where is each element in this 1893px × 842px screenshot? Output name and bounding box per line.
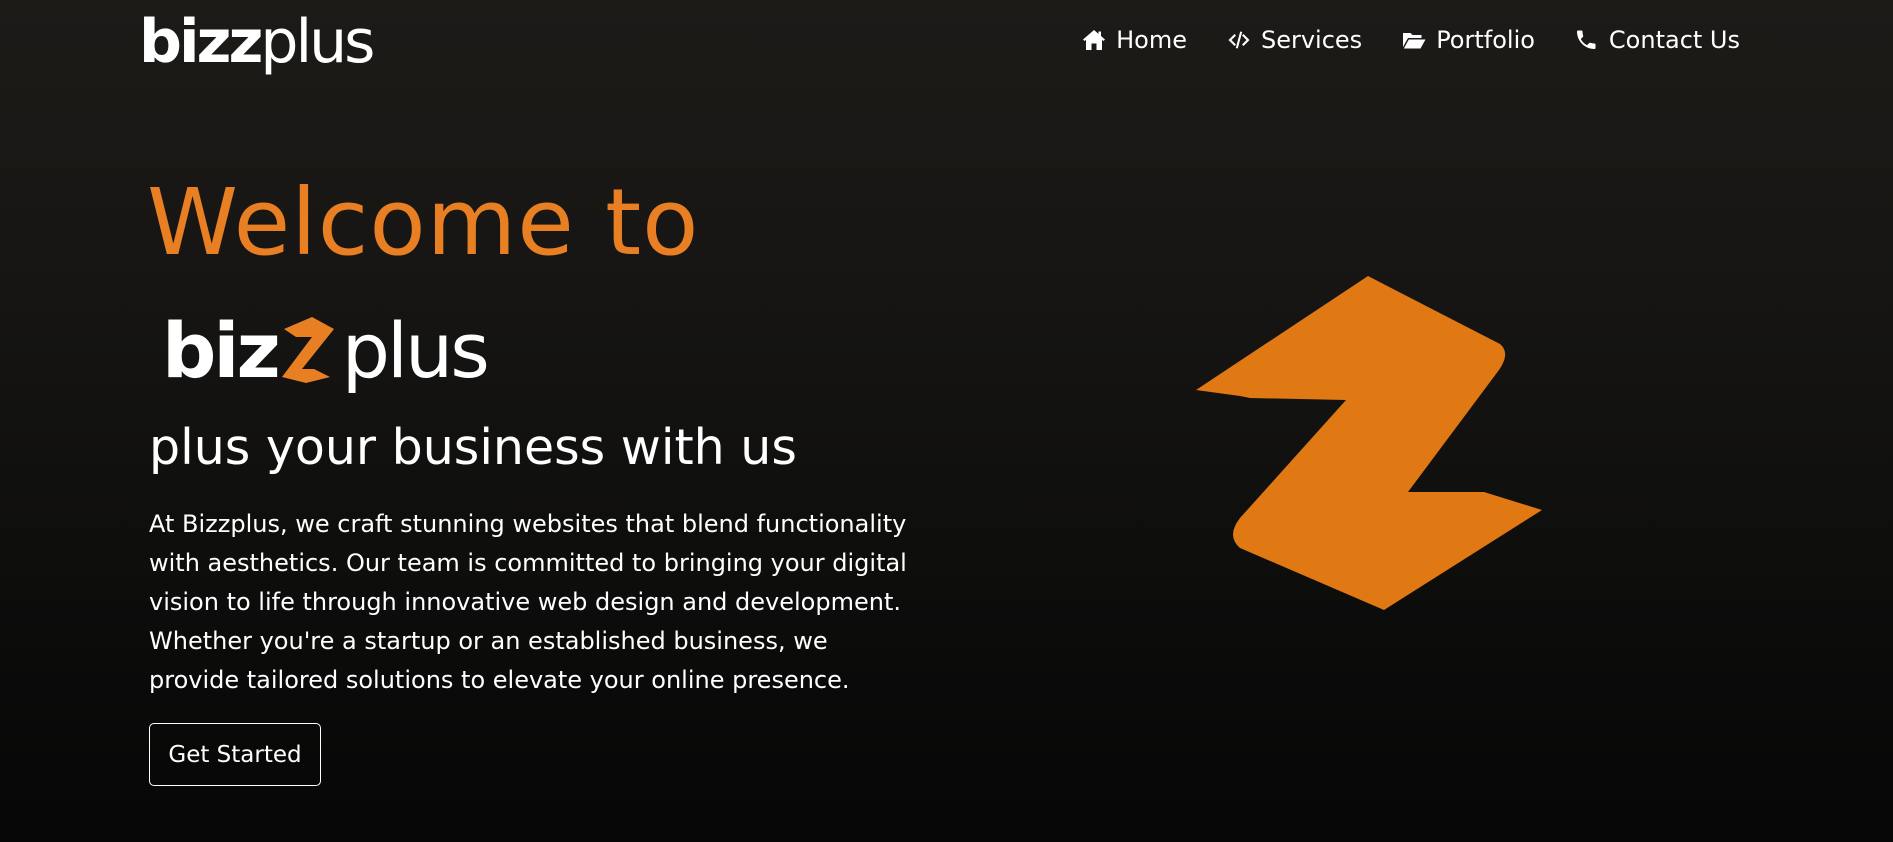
logo-light-text: plus bbox=[260, 7, 375, 77]
logo-bold-text: bizz bbox=[139, 7, 263, 77]
nav-label-portfolio: Portfolio bbox=[1436, 26, 1535, 54]
home-icon bbox=[1083, 30, 1106, 50]
main-nav: Home Services Portfolio Contact Us bbox=[1082, 26, 1740, 54]
hero-title: Welcome to bbox=[147, 169, 700, 276]
nav-item-services[interactable]: Services bbox=[1227, 26, 1362, 54]
get-started-button[interactable]: Get Started bbox=[149, 723, 321, 786]
hero-tagline: plus your business with us bbox=[149, 419, 797, 476]
site-header: bizzplus Home Services Portfolio Contact… bbox=[0, 0, 1893, 90]
brand-z-mark-icon bbox=[281, 317, 334, 383]
hero-z-graphic bbox=[1196, 276, 1542, 610]
brand-logo: bi z plus bbox=[162, 300, 490, 400]
header-logo[interactable]: bizzplus bbox=[139, 4, 375, 80]
nav-item-portfolio[interactable]: Portfolio bbox=[1402, 26, 1535, 54]
hero-description: At Bizzplus, we craft stunning websites … bbox=[149, 510, 907, 694]
brand-logo-text-start: bi bbox=[162, 305, 239, 395]
folder-open-icon bbox=[1403, 33, 1426, 49]
nav-item-home[interactable]: Home bbox=[1082, 26, 1187, 54]
phone-icon bbox=[1576, 30, 1596, 49]
nav-label-contact: Contact Us bbox=[1608, 26, 1740, 54]
code-icon bbox=[1228, 31, 1250, 49]
nav-label-home: Home bbox=[1116, 26, 1187, 54]
brand-logo-text-end: plus bbox=[341, 305, 490, 395]
brand-logo-text-z: z bbox=[236, 305, 280, 395]
nav-label-services: Services bbox=[1260, 26, 1363, 54]
nav-item-contact[interactable]: Contact Us bbox=[1575, 26, 1740, 54]
